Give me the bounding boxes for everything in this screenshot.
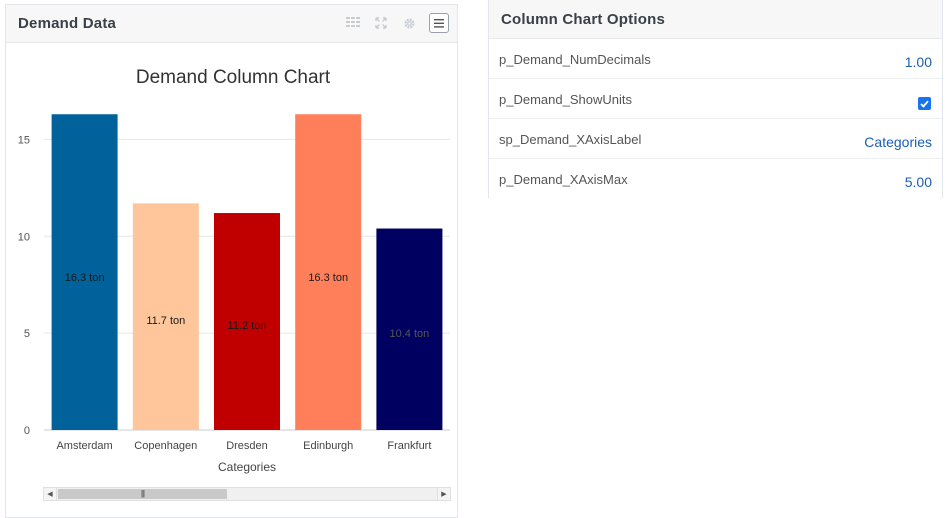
x-tick-label: Amsterdam (56, 440, 112, 452)
table-icon[interactable] (345, 15, 361, 31)
data-label: 11.2 ton (228, 320, 267, 332)
option-label: sp_Demand_XAxisLabel (499, 132, 642, 147)
y-tick-label: 5 (24, 328, 30, 340)
x-axis-label: Categories (218, 460, 276, 474)
option-label: p_Demand_XAxisMax (499, 172, 628, 187)
data-label: 11.7 ton (146, 315, 185, 327)
option-label: p_Demand_NumDecimals (499, 52, 651, 67)
widget-header: Demand Data (6, 5, 457, 43)
demand-data-widget: Demand Data Demand Column Chart 0 5 10 15 16.… (5, 4, 458, 518)
checkmark-icon (920, 100, 929, 108)
column-chart: Demand Column Chart 0 5 10 15 16.3 ton Amsterd… (6, 43, 457, 483)
option-row-x-axis-max: p_Demand_XAxisMax 5.00 (489, 159, 942, 199)
options-header: Column Chart Options (489, 0, 942, 39)
data-label: 16.3 ton (65, 272, 105, 284)
data-label: 16.3 ton (308, 272, 348, 284)
y-tick-label: 10 (18, 231, 30, 243)
x-tick-label: Frankfurt (387, 440, 431, 452)
chart-title: Demand Column Chart (136, 67, 331, 88)
grip-icon: ||| (140, 489, 145, 498)
x-tick-label: Copenhagen (134, 440, 197, 452)
expand-icon[interactable] (373, 15, 389, 31)
option-label: p_Demand_ShowUnits (499, 92, 632, 107)
scrollbar-thumb[interactable]: ||| (58, 489, 227, 499)
column-chart-options-panel: Column Chart Options p_Demand_NumDecimal… (488, 0, 943, 198)
x-axis-label-value[interactable]: Categories (864, 134, 932, 150)
y-tick-label: 15 (18, 134, 30, 146)
options-title: Column Chart Options (501, 11, 665, 28)
scroll-left-arrow-icon[interactable]: ◀ (44, 488, 57, 500)
chart-canvas: Demand Column Chart 0 5 10 15 16.3 ton Amsterd… (18, 67, 450, 474)
option-row-num-decimals: p_Demand_NumDecimals 1.00 (489, 39, 942, 79)
menu-icon[interactable] (429, 13, 449, 33)
gear-icon[interactable] (401, 15, 417, 31)
widget-title: Demand Data (18, 15, 117, 32)
horizontal-scrollbar[interactable]: ◀ ||| ▶ (43, 487, 451, 501)
x-tick-label: Dresden (226, 440, 268, 452)
show-units-checkbox[interactable] (918, 97, 931, 110)
scroll-right-arrow-icon[interactable]: ▶ (437, 488, 450, 500)
widget-toolbar (345, 13, 449, 33)
x-tick-label: Edinburgh (303, 440, 353, 452)
num-decimals-value[interactable]: 1.00 (905, 54, 932, 70)
y-tick-label: 0 (24, 425, 30, 437)
x-axis-max-value[interactable]: 5.00 (905, 174, 932, 190)
option-row-x-axis-label: sp_Demand_XAxisLabel Categories (489, 119, 942, 159)
option-row-show-units: p_Demand_ShowUnits (489, 79, 942, 119)
data-label: 10.4 ton (390, 328, 430, 340)
